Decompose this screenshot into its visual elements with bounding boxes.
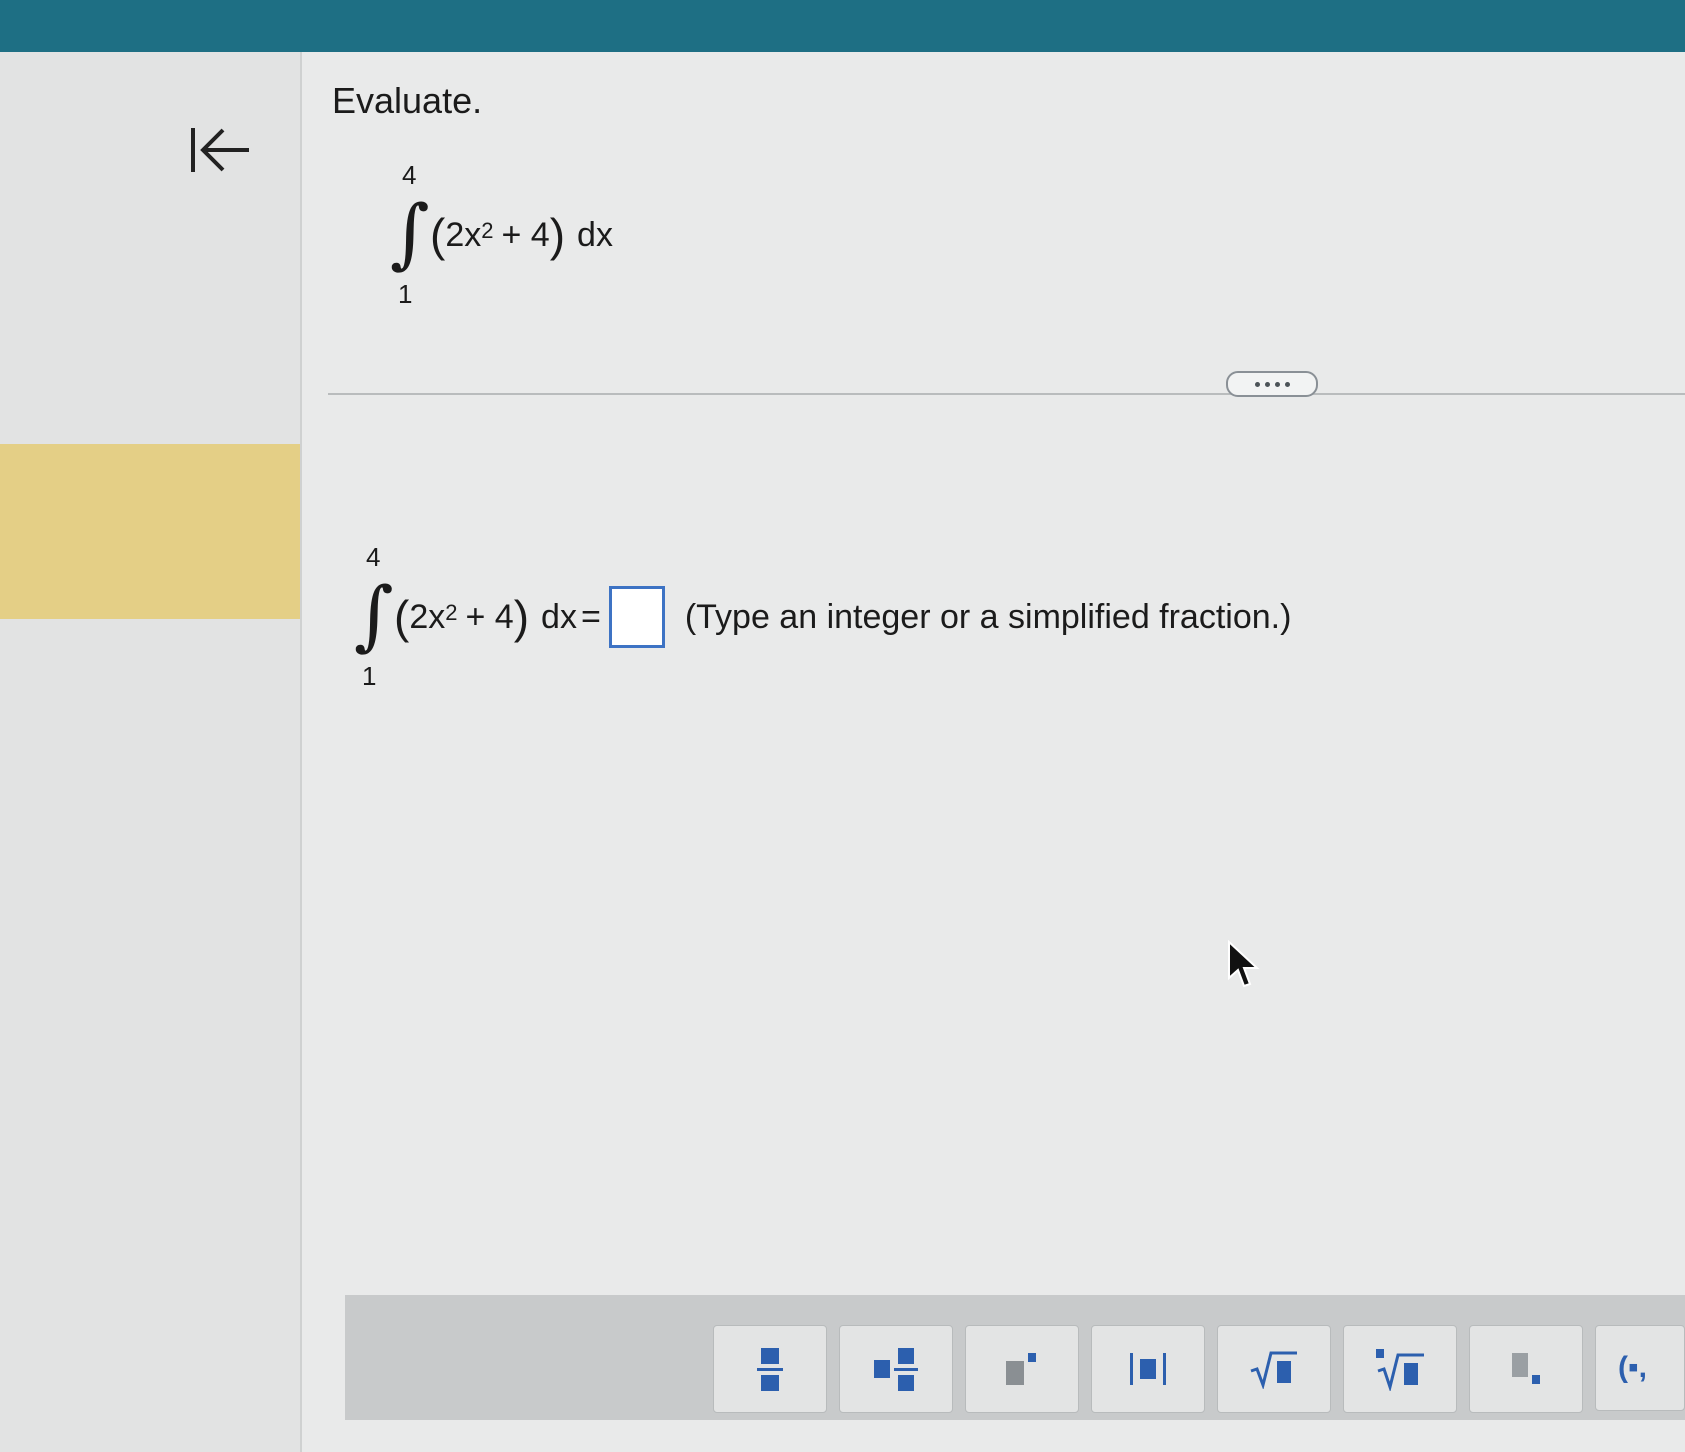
integrand-exponent: 2 [481,218,494,243]
square-root-icon [1250,1351,1297,1389]
lower-limit: 1 [362,661,377,691]
question-integral: 4 ∫ 1 ( 2x 2 + 4 ) dx [390,160,613,310]
ordered-pair-button[interactable]: (▪, [1595,1325,1685,1411]
exponent-button[interactable] [965,1325,1079,1413]
collapse-sidebar-button[interactable] [180,110,260,190]
fraction-button[interactable] [713,1325,827,1413]
more-button[interactable] [1226,371,1318,397]
subscript-icon [1512,1353,1540,1384]
top-bar [0,0,1685,52]
question-prompt: Evaluate. [332,80,483,121]
square-root-button[interactable] [1217,1325,1331,1413]
open-paren: ( [394,591,410,643]
integrand-constant: + 4 [501,215,550,254]
absolute-value-button[interactable] [1091,1325,1205,1413]
integral-sign: 4 ∫ 1 [390,160,430,309]
nth-root-icon [1376,1349,1424,1391]
nth-root-button[interactable] [1343,1325,1457,1413]
answer-hint: (Type an integer or a simplified fractio… [684,597,1292,636]
mixed-number-icon [874,1348,918,1391]
answer-input[interactable] [608,586,665,648]
close-paren: ) [513,591,530,643]
open-paren: ( [430,209,446,261]
integrand-constant: + 4 [465,597,514,636]
more-dots-icon [1254,381,1290,387]
equals-sign: = [580,597,601,636]
collapse-left-icon [191,128,249,172]
absolute-value-icon [1130,1353,1166,1385]
lower-limit: 1 [398,279,413,309]
sidebar-selected-item[interactable] [0,444,300,619]
integrand-term: 2x [409,597,446,636]
divider [328,393,1685,395]
exponent-icon [1006,1353,1036,1385]
mixed-number-button[interactable] [839,1325,953,1413]
main-content: Evaluate. 4 ∫ 1 ( 2x 2 + 4 ) dx 4 ∫ 1 ( 2… [302,52,1685,1452]
ordered-pair-icon: (▪, [1618,1351,1647,1384]
differential: dx [541,597,577,636]
close-paren: ) [549,209,566,261]
differential: dx [577,215,613,254]
integrand-exponent: 2 [445,600,458,625]
integral-sign: 4 ∫ 1 [354,542,394,691]
integrand-term: 2x [445,215,482,254]
upper-limit: 4 [366,542,381,572]
subscript-button[interactable] [1469,1325,1583,1413]
fraction-icon [757,1348,783,1391]
answer-row: 4 ∫ 1 ( 2x 2 + 4 ) dx = (Type an integer … [354,542,1291,692]
mouse-pointer-icon [1228,940,1260,988]
sidebar [0,52,302,1452]
math-toolbar: (▪, [345,1295,1685,1420]
upper-limit: 4 [402,160,417,190]
